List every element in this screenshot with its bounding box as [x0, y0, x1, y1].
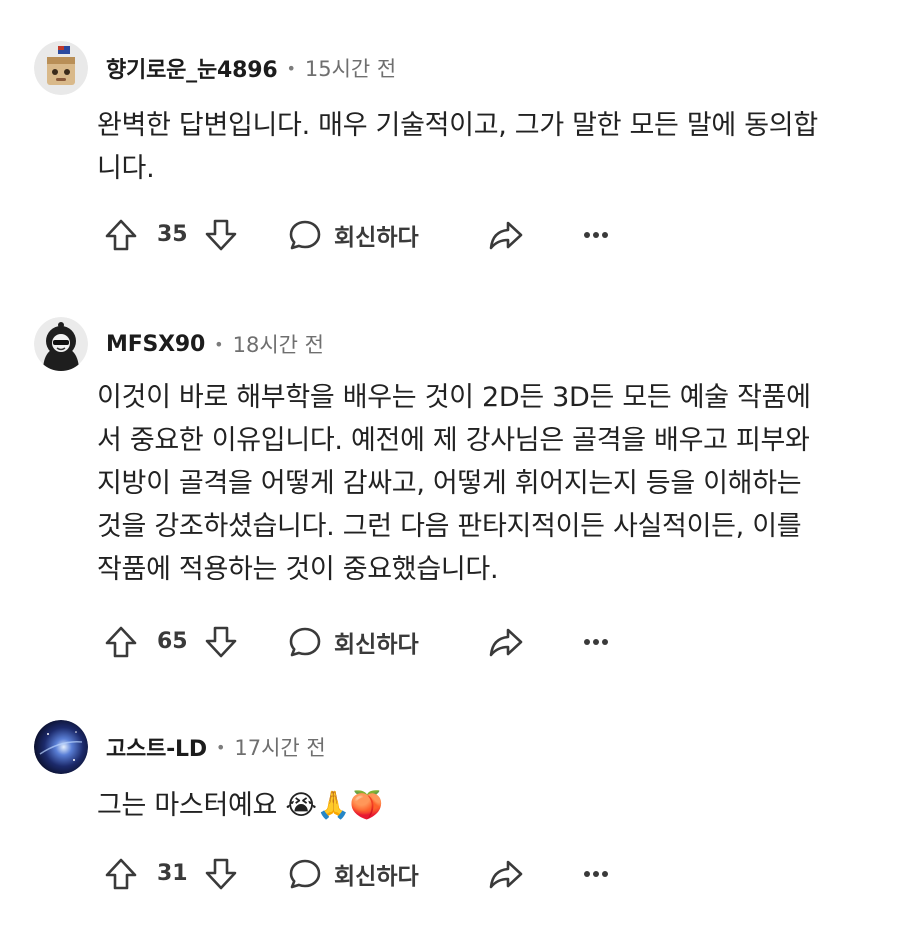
more-button[interactable]	[583, 213, 609, 257]
downvote-arrow-icon	[205, 858, 237, 890]
share-button[interactable]	[488, 620, 524, 664]
speech-bubble-icon	[289, 220, 321, 250]
comment-header: MFSX90 • 18시간 전	[34, 314, 324, 374]
share-arrow-icon	[489, 860, 523, 889]
vote-count: 31	[157, 861, 188, 886]
downvote-button[interactable]	[203, 620, 239, 664]
avatar[interactable]	[34, 720, 88, 774]
downvote-arrow-icon	[205, 219, 237, 251]
more-button[interactable]	[583, 620, 609, 664]
separator-dot: •	[214, 334, 224, 354]
more-dots-icon	[584, 232, 608, 238]
comment-body: 이것이 바로 해부학을 배우는 것이 2D든 3D든 모든 예술 작품에 서 중…	[97, 382, 811, 585]
more-dots-icon	[584, 871, 608, 877]
upvote-arrow-icon	[105, 626, 137, 658]
downvote-button[interactable]	[203, 213, 239, 257]
more-button[interactable]	[583, 852, 609, 896]
share-arrow-icon	[489, 221, 523, 250]
upvote-button[interactable]	[103, 620, 139, 664]
downvote-arrow-icon	[205, 626, 237, 658]
speech-bubble-icon	[289, 859, 321, 889]
speech-bubble-icon	[289, 627, 321, 657]
avatar[interactable]	[34, 41, 88, 95]
upvote-arrow-icon	[105, 858, 137, 890]
comment-header: 향기로운_눈4896 • 15시간 전	[34, 38, 396, 98]
username[interactable]: MFSX90	[106, 332, 205, 357]
username[interactable]: 향기로운_눈4896	[106, 52, 278, 84]
share-arrow-icon	[489, 628, 523, 657]
reply-label: 회신하다	[334, 864, 419, 890]
action-bar: 35 회신하다	[103, 213, 643, 257]
reply-button[interactable]: 회신하다	[288, 852, 419, 896]
action-bar: 31 회신하다	[103, 852, 643, 896]
avatar[interactable]	[34, 317, 88, 371]
comment-header: 고스트-LD • 17시간 전	[34, 717, 326, 777]
reply-button[interactable]: 회신하다	[288, 213, 419, 257]
timestamp: 15시간 전	[304, 57, 397, 81]
vote-count: 65	[157, 629, 188, 654]
share-button[interactable]	[488, 852, 524, 896]
upvote-button[interactable]	[103, 213, 139, 257]
upvote-arrow-icon	[105, 219, 137, 251]
share-button[interactable]	[488, 213, 524, 257]
upvote-button[interactable]	[103, 852, 139, 896]
reply-label: 회신하다	[334, 225, 419, 251]
username[interactable]: 고스트-LD	[106, 731, 207, 763]
downvote-button[interactable]	[203, 852, 239, 896]
vote-count: 35	[157, 222, 188, 247]
timestamp: 17시간 전	[234, 736, 326, 760]
reply-label: 회신하다	[334, 632, 419, 658]
reply-button[interactable]: 회신하다	[288, 620, 419, 664]
more-dots-icon	[584, 639, 608, 645]
separator-dot: •	[215, 737, 226, 757]
timestamp: 18시간 전	[232, 333, 324, 357]
comment-body: 완벽한 답변입니다. 매우 기술적이고, 그가 말한 모든 말에 동의합 니다.	[97, 110, 818, 184]
comment-body: 그는 마스터예요 😭🙏🍑	[97, 790, 384, 821]
separator-dot: •	[286, 58, 296, 78]
action-bar: 65 회신하다	[103, 620, 643, 664]
